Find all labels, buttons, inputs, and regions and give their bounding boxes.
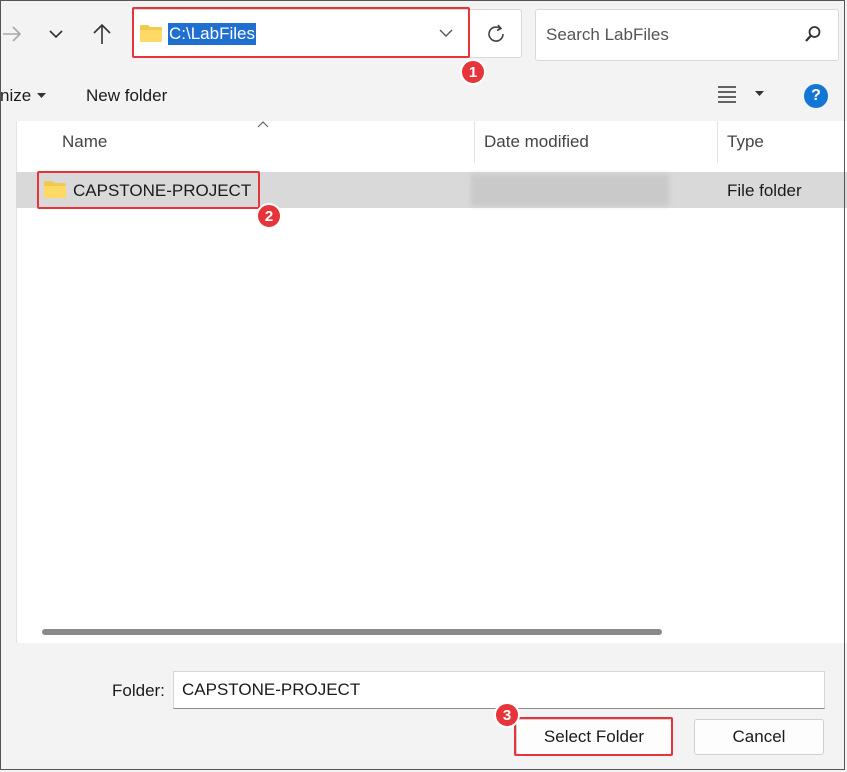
organize-label: nize: [0, 86, 32, 105]
column-divider[interactable]: [474, 121, 475, 163]
callout-badge-1: 1: [460, 59, 486, 85]
address-path: C:\LabFiles: [168, 23, 256, 45]
horizontal-scrollbar-thumb[interactable]: [42, 629, 662, 635]
up-button[interactable]: [84, 14, 120, 54]
chevron-down-icon: [49, 30, 63, 39]
chevron-down-icon[interactable]: [439, 29, 453, 38]
help-label: ?: [811, 87, 821, 104]
help-button[interactable]: ?: [804, 84, 828, 108]
row-type: File folder: [727, 181, 802, 200]
callout-badge-3: 3: [494, 702, 520, 728]
refresh-button[interactable]: [474, 14, 518, 54]
folder-icon: [44, 181, 66, 198]
column-divider[interactable]: [717, 121, 718, 163]
row-name: CAPSTONE-PROJECT: [73, 181, 252, 200]
row-date-modified-redacted: [471, 174, 669, 206]
recent-locations-button[interactable]: [38, 14, 74, 54]
organize-menu[interactable]: nize: [0, 86, 47, 106]
column-header-name[interactable]: Name: [62, 121, 107, 163]
folder-label: Folder:: [112, 681, 165, 700]
new-folder-button[interactable]: New folder: [86, 86, 167, 106]
search-placeholder: Search LabFiles: [546, 25, 669, 44]
select-folder-button[interactable]: Select Folder: [516, 719, 672, 755]
new-folder-label: New folder: [86, 86, 168, 105]
caret-down-icon: [755, 91, 764, 96]
search-icon: [805, 26, 821, 42]
folder-icon: [140, 25, 162, 42]
callout-badge-2: 2: [256, 203, 282, 229]
cancel-button[interactable]: Cancel: [694, 719, 824, 755]
address-bar[interactable]: C:\LabFiles: [132, 9, 522, 58]
arrow-right-icon: [3, 26, 22, 42]
caret-down-icon: [37, 93, 47, 98]
refresh-icon: [488, 24, 504, 42]
list-view-icon: [718, 86, 736, 103]
view-options-button[interactable]: [717, 85, 764, 103]
column-header-date-modified[interactable]: Date modified: [484, 121, 589, 163]
forward-button[interactable]: [0, 14, 30, 54]
sort-ascending-icon: [257, 121, 269, 128]
arrow-up-icon: [93, 23, 111, 44]
column-header-type[interactable]: Type: [727, 121, 764, 163]
search-box[interactable]: Search LabFiles: [535, 9, 839, 61]
